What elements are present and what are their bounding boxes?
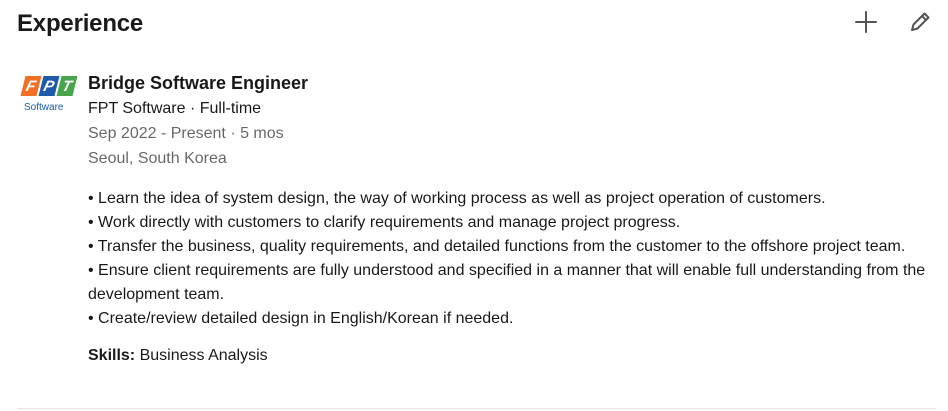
- description-bullet: • Transfer the business, quality require…: [88, 238, 906, 255]
- description-bullet: • Create/review detailed design in Engli…: [88, 310, 514, 327]
- section-title: Experience: [17, 10, 144, 37]
- location: Seoul, South Korea: [88, 150, 227, 167]
- plus-icon: [855, 11, 877, 33]
- section-divider: [17, 408, 936, 409]
- job-title[interactable]: Bridge Software Engineer: [88, 71, 938, 95]
- fpt-letter-t: T: [56, 76, 78, 96]
- description-bullet: • Ensure client requirements are fully u…: [88, 262, 926, 303]
- header-actions: [850, 6, 936, 38]
- description-bullet: • Work directly with customers to clarif…: [88, 214, 681, 231]
- pencil-icon: [911, 12, 930, 31]
- experience-section: Experience F P T Software Bridge Softwar…: [0, 0, 948, 411]
- job-description: • Learn the idea of system design, the w…: [88, 187, 938, 331]
- description-bullet: • Learn the idea of system design, the w…: [88, 190, 826, 207]
- date-range: Sep 2022 - Present · 5 mos: [88, 125, 284, 142]
- company-logo[interactable]: F P T Software: [20, 72, 78, 128]
- add-experience-button[interactable]: [850, 6, 882, 38]
- skills-label: Skills:: [88, 347, 136, 364]
- logo-caption: Software: [24, 102, 64, 113]
- company-line: FPT Software · Full-time: [88, 100, 262, 117]
- experience-entry: Bridge Software Engineer FPT Software · …: [88, 71, 938, 368]
- skills-row[interactable]: Skills: Business Analysis: [88, 344, 938, 368]
- fpt-logo-mark: F P T: [20, 76, 78, 96]
- edit-experience-button[interactable]: [904, 6, 936, 38]
- skills-value: Business Analysis: [139, 347, 268, 364]
